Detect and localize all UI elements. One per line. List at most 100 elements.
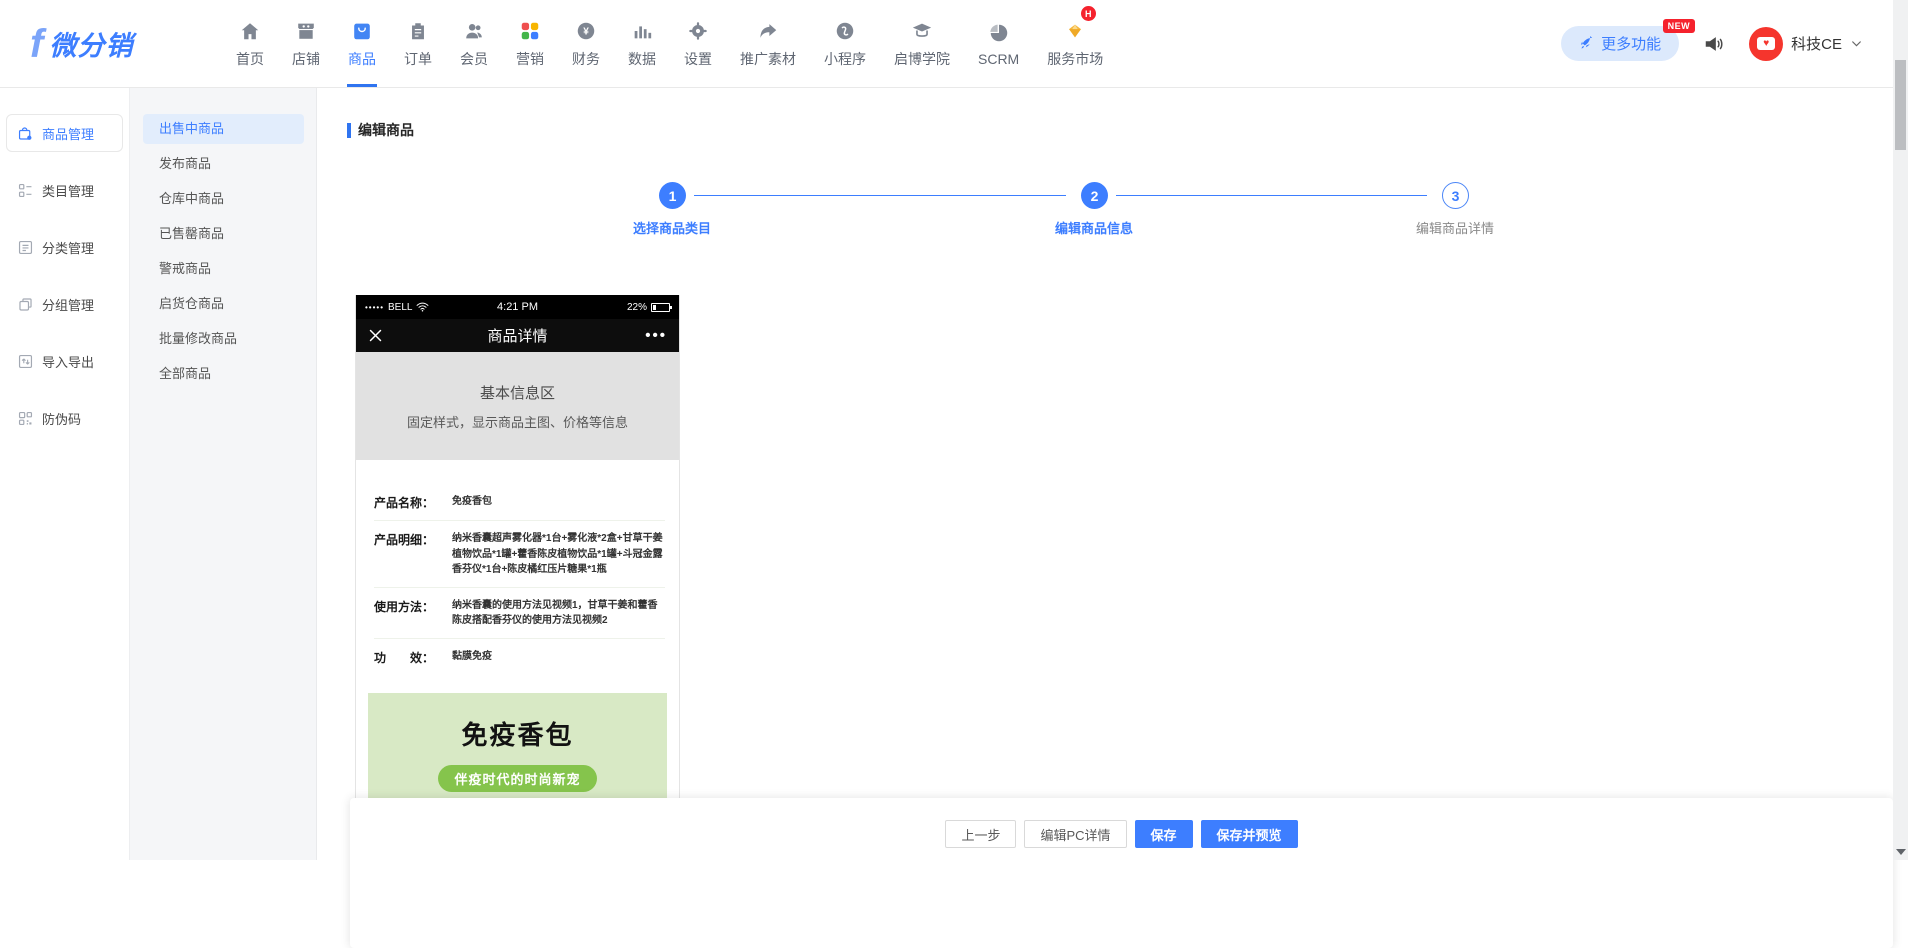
submenu-item-on-sale[interactable]: 出售中商品 [143,114,304,144]
sidebar-item-classify-manage[interactable]: 分类管理 [6,228,123,266]
nav-label: SCRM [978,51,1019,67]
sidebar-item-label: 防伪码 [42,409,81,428]
edit-pc-detail-button[interactable]: 编辑PC详情 [1024,820,1126,848]
nav-item-scrm[interactable]: SCRM [964,0,1033,87]
step-3-circle: 3 [1442,182,1469,209]
marketing-icon [519,18,541,44]
scrollbar-thumb[interactable] [1895,60,1906,150]
scrm-icon [988,20,1010,46]
detail-label: 使用方法： [374,598,452,629]
step-1-label: 选择商品类目 [592,218,752,237]
submenu-item-publish[interactable]: 发布商品 [143,149,304,179]
phone-page-title: 商品详情 [356,325,679,346]
sidebar-item-label: 商品管理 [42,124,94,143]
academy-icon [911,18,933,44]
import-export-icon [17,353,34,370]
rocket-icon [1579,36,1594,51]
nav-item-store[interactable]: 店铺 [278,0,334,87]
detail-row: 产品明细： 纳米香囊超声雾化器*1台+雾化液*2盒+甘草干姜植物饮品*1罐+藿香… [374,531,665,588]
nav-label: 数据 [628,49,656,69]
sidebar-item-label: 类目管理 [42,181,94,200]
nav-item-academy[interactable]: 启博学院 [880,0,964,87]
nav-item-promo-material[interactable]: 推广素材 [726,0,810,87]
sidebar-item-import-export[interactable]: 导入导出 [6,342,123,380]
sidebar-item-goods-manage[interactable]: 商品管理 [6,114,123,152]
nav-item-miniprogram[interactable]: 小程序 [810,0,880,87]
nav-item-service-market[interactable]: H 服务市场 [1033,0,1117,87]
footer-action-bar: 上一步 编辑PC详情 保存 保存并预览 [350,798,1893,948]
sidebar-item-group-manage[interactable]: 分组管理 [6,285,123,323]
product-banner: 免疫香包 伴疫时代的时尚新宠 [368,693,667,801]
store-icon [295,18,317,44]
prev-step-button[interactable]: 上一步 [945,820,1016,848]
heart-icon: ♥ [1757,37,1775,50]
nav-item-settings[interactable]: 设置 [670,0,726,87]
more-features-button[interactable]: 更多功能 NEW [1561,26,1679,61]
header-right-tools: 更多功能 NEW ♥ 科技CE [1561,26,1863,61]
detail-label: 产品明细： [374,531,452,578]
goods-manage-icon [17,125,34,142]
finance-icon: ¥ [575,18,597,44]
close-icon[interactable] [368,328,383,343]
nav-label: 启博学院 [894,49,950,69]
hero-title: 基本信息区 [480,382,555,403]
step-2-circle: 2 [1081,182,1108,209]
scrollbar-down-arrow-icon[interactable] [1896,849,1906,855]
main-content: 编辑商品 1 2 3 选择商品类目 编辑商品信息 编辑商品详情 ••••• BE… [317,88,1908,860]
detail-value: 纳米香囊超声雾化器*1台+雾化液*2盒+甘草干姜植物饮品*1罐+藿香陈皮植物饮品… [452,531,665,578]
app-logo[interactable]: f 微分销 [30,24,180,64]
market-icon [1063,18,1087,44]
sidebar: 商品管理 类目管理 分类管理 分组管理 导入导出 防伪码 [0,88,130,860]
logo-text: 微分销 [49,24,133,63]
svg-text:¥: ¥ [583,27,589,38]
vertical-scrollbar[interactable] [1893,0,1908,860]
account-name: 科技CE [1791,33,1842,54]
category-icon [17,182,34,199]
sidebar-item-category-manage[interactable]: 类目管理 [6,171,123,209]
detail-label: 产品名称： [374,494,452,511]
detail-row: 产品名称： 免疫香包 [374,494,665,521]
detail-value: 免疫香包 [452,494,492,511]
save-button[interactable]: 保存 [1135,820,1193,848]
submenu-item-sold-out[interactable]: 已售罄商品 [143,219,304,249]
home-icon [239,18,261,44]
phone-status-bar: ••••• BELL 4:21 PM 22% [356,295,679,319]
save-and-preview-button[interactable]: 保存并预览 [1201,820,1298,848]
sidebar-item-anticounterfeit-code[interactable]: 防伪码 [6,399,123,437]
goods-icon [351,18,373,44]
banner-title: 免疫香包 [368,715,667,752]
nav-label: 商品 [348,49,376,69]
submenu-item-shipping-warehouse[interactable]: 启货仓商品 [143,289,304,319]
account-menu[interactable]: ♥ 科技CE [1749,27,1863,61]
sidebar-item-label: 导入导出 [42,352,94,371]
group-icon [17,296,34,313]
nav-item-marketing[interactable]: 营销 [502,0,558,87]
nav-label: 设置 [684,49,712,69]
nav-label: 店铺 [292,49,320,69]
top-header: f 微分销 首页 店铺 商品 订单 [0,0,1908,88]
promo-icon [757,18,779,44]
classify-icon [17,239,34,256]
submenu-item-warning[interactable]: 警戒商品 [143,254,304,284]
step-connector [1116,195,1427,196]
nav-item-orders[interactable]: 订单 [390,0,446,87]
nav-item-home[interactable]: 首页 [222,0,278,87]
nav-label: 小程序 [824,49,866,69]
submenu-item-all-goods[interactable]: 全部商品 [143,359,304,389]
members-icon [463,18,485,44]
nav-item-members[interactable]: 会员 [446,0,502,87]
page-body: 商品管理 类目管理 分类管理 分组管理 导入导出 防伪码 出售中商品 发布商品 … [0,88,1908,860]
nav-item-goods[interactable]: 商品 [334,0,390,87]
submenu-item-in-warehouse[interactable]: 仓库中商品 [143,184,304,214]
nav-label: 财务 [572,49,600,69]
announcement-speaker-icon[interactable] [1703,33,1725,55]
battery-status: 22% [627,302,670,313]
detail-label: 功 效： [374,649,452,666]
nav-item-finance[interactable]: ¥ 财务 [558,0,614,87]
nav-item-data[interactable]: 数据 [614,0,670,87]
main-nav: 首页 店铺 商品 订单 会员 [222,0,1117,87]
submenu-item-batch-edit[interactable]: 批量修改商品 [143,324,304,354]
sidebar-item-label: 分类管理 [42,238,94,257]
more-menu-icon[interactable]: ••• [645,333,667,339]
nav-label: 首页 [236,49,264,69]
